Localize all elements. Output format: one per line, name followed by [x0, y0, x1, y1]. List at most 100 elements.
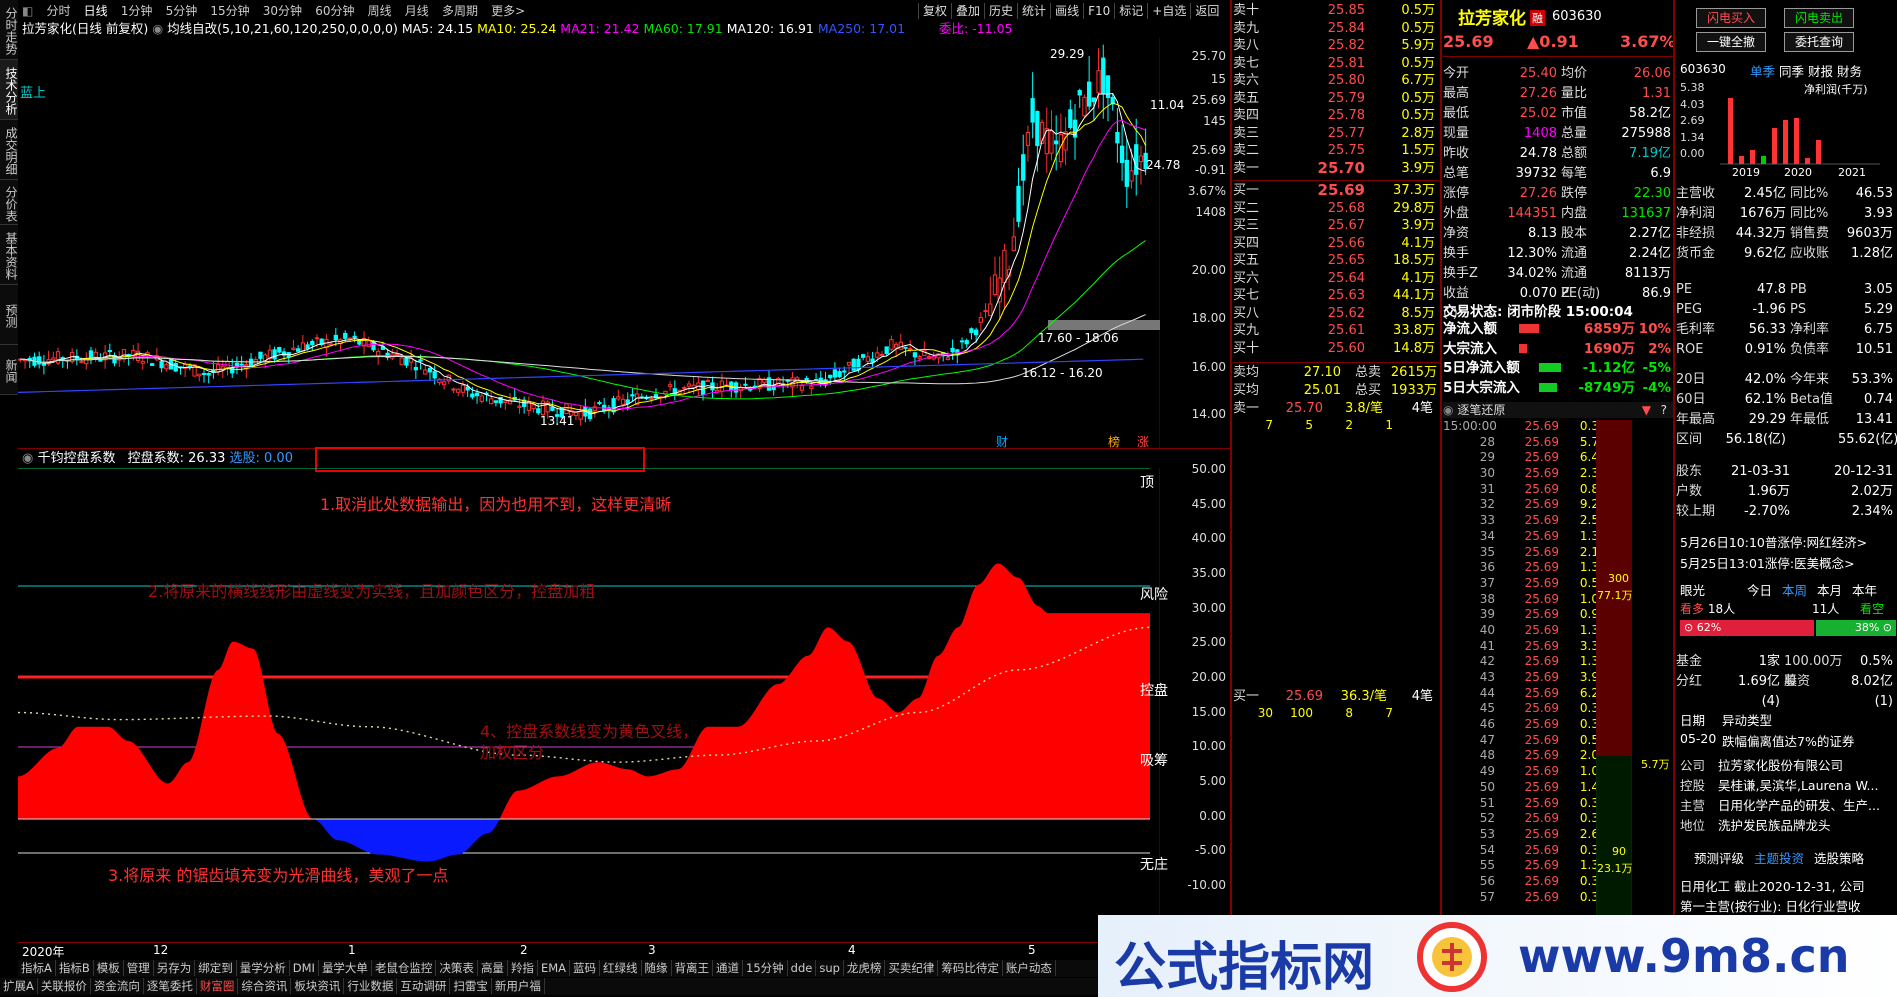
tick-list[interactable]: 15:00:0025.690.3万2825.695.7万2925.696.4万3…	[1443, 419, 1671, 905]
extension-tab[interactable]: 行业数据	[344, 978, 398, 994]
indicator-tab[interactable]: 15分钟	[743, 960, 788, 976]
indicator-tab[interactable]: 高量	[478, 960, 508, 976]
indicator-tab[interactable]: 背离王	[672, 960, 713, 976]
buy-order-row[interactable]: 买七 25.63 44.1万	[1233, 287, 1439, 305]
ma-settings-icon[interactable]: ◉	[152, 21, 163, 36]
extension-tab[interactable]: 扩展A	[0, 978, 38, 994]
sell-order-row[interactable]: 卖九 25.84 0.5万	[1233, 20, 1439, 38]
extension-tab[interactable]: 关联报价	[38, 978, 91, 994]
sell-order-row[interactable]: 卖五 25.79 0.5万	[1233, 90, 1439, 108]
period-more[interactable]: 更多>	[491, 4, 525, 18]
buy-order-row[interactable]: 买十 25.60 14.8万	[1233, 340, 1439, 358]
sell-order-row[interactable]: 卖六 25.80 6.7万	[1233, 72, 1439, 90]
period-weekly[interactable]: 周线	[368, 4, 392, 18]
sell-order-row[interactable]: 卖十 25.85 0.5万	[1233, 2, 1439, 20]
draw-button[interactable]: 画线	[1050, 3, 1083, 19]
indicator-tab[interactable]: 管理	[124, 960, 154, 976]
indicator-tab[interactable]: 蓝码	[570, 960, 600, 976]
buy-order-row[interactable]: 买八 25.62 8.5万	[1233, 305, 1439, 323]
candlestick-chart[interactable]	[18, 38, 1160, 448]
overlay-button[interactable]: 叠加	[951, 3, 984, 19]
sell-order-row[interactable]: 卖七 25.81 0.5万	[1233, 55, 1439, 73]
menu-icon[interactable]: ◧	[22, 4, 33, 18]
extension-tab[interactable]: 财富圈	[197, 978, 239, 994]
tab-quarter[interactable]: 单季	[1750, 64, 1775, 79]
tab-detail[interactable]: 成交明细	[0, 120, 18, 180]
buy-order-row[interactable]: 买一 25.69 37.3万	[1233, 181, 1439, 200]
tab-basic-info[interactable]: 基本资料	[0, 225, 18, 285]
news-item-1[interactable]: 5月26日10:10普涨停:网红经济>	[1680, 532, 1867, 551]
period-60m[interactable]: 60分钟	[315, 4, 354, 18]
sell-order-row[interactable]: 卖三 25.77 2.8万	[1233, 125, 1439, 143]
quick-sell-button[interactable]: 闪电卖出	[1784, 8, 1854, 28]
buy-order-row[interactable]: 买九 25.61 33.8万	[1233, 322, 1439, 340]
tab-timeshare[interactable]: 分时走势	[0, 0, 18, 60]
buy-order-row[interactable]: 买二 25.68 29.8万	[1233, 200, 1439, 218]
indicator-tab[interactable]: EMA	[538, 960, 570, 976]
extension-tab[interactable]: 资金流向	[91, 978, 144, 994]
sentiment-year[interactable]: 本年	[1852, 583, 1877, 598]
indicator-tab[interactable]: 决策表	[436, 960, 478, 976]
indicator-tab[interactable]: 老鼠仓监控	[372, 960, 437, 976]
extension-tab[interactable]: 扫雷宝	[450, 978, 492, 994]
extension-tab[interactable]: 互动调研	[397, 978, 451, 994]
indicator-tab[interactable]: 羚指	[508, 960, 538, 976]
period-multi[interactable]: 多周期	[442, 4, 478, 18]
indicator-tab[interactable]: sup	[816, 960, 844, 976]
indicator-tab[interactable]: 另存为	[154, 960, 196, 976]
indicator-tab[interactable]: 绑定到	[195, 960, 237, 976]
extension-tab[interactable]: 新用户福	[492, 978, 545, 994]
buy-order-row[interactable]: 买三 25.67 3.9万	[1233, 217, 1439, 235]
extension-tab[interactable]: 逐笔委托	[144, 978, 197, 994]
indicator-tab[interactable]: 筹码比待定	[938, 960, 1003, 976]
sell-order-row[interactable]: 卖八 25.82 5.9万	[1233, 37, 1439, 55]
tab-price-table[interactable]: 分价表	[0, 180, 18, 225]
indicator-tab[interactable]: DMI	[290, 960, 319, 976]
period-monthly[interactable]: 月线	[405, 4, 429, 18]
indicator-tab[interactable]: 通道	[713, 960, 743, 976]
tab-finance[interactable]: 財务	[1837, 64, 1862, 79]
sentiment-today[interactable]: 今日	[1747, 583, 1772, 598]
tab-technical[interactable]: 技术分析	[0, 60, 18, 120]
order-query-button[interactable]: 委托查询	[1784, 32, 1854, 52]
cancel-all-button[interactable]: 一键全撤	[1696, 32, 1766, 52]
indicator-tab[interactable]: 随缘	[642, 960, 672, 976]
indicator-tab[interactable]: 买卖纪律	[885, 960, 939, 976]
indicator-tab[interactable]: 龙虎榜	[844, 960, 886, 976]
indicator-tab[interactable]: dde	[788, 960, 817, 976]
period-timeshare[interactable]: 分时	[46, 4, 70, 18]
period-5m[interactable]: 5分钟	[166, 4, 198, 18]
indicator-tab[interactable]: 指标A	[18, 960, 56, 976]
stats-button[interactable]: 统计	[1017, 3, 1050, 19]
extension-tab[interactable]: 综合资讯	[238, 978, 292, 994]
f10-button[interactable]: F10	[1083, 3, 1114, 19]
indicator-tab[interactable]: 红绿线	[600, 960, 642, 976]
fuquan-button[interactable]: 复权	[918, 3, 951, 19]
tab-strategy[interactable]: 选股策略	[1814, 851, 1864, 866]
indicator-tab[interactable]: 账户动态	[1003, 960, 1056, 976]
indicator-tab[interactable]: 量学大单	[319, 960, 372, 976]
buy-order-row[interactable]: 买六 25.64 4.1万	[1233, 270, 1439, 288]
mark-button[interactable]: 标记	[1114, 3, 1147, 19]
period-15m[interactable]: 15分钟	[210, 4, 249, 18]
tab-news[interactable]: 新闻	[0, 345, 18, 395]
history-button[interactable]: 历史	[984, 3, 1017, 19]
sentiment-month[interactable]: 本月	[1817, 583, 1842, 598]
tab-forecast[interactable]: 预测	[0, 285, 18, 345]
ticks-help-icon[interactable]: ?	[1661, 402, 1667, 418]
sell-order-row[interactable]: 卖四 25.78 0.5万	[1233, 107, 1439, 125]
indicator-tab[interactable]: 量学分析	[237, 960, 290, 976]
sell-order-row[interactable]: 卖一 25.70 3.9万	[1233, 159, 1439, 178]
add-watchlist-button[interactable]: +自选	[1147, 3, 1190, 19]
news-item-2[interactable]: 5月25日13:01涨停:医美概念>	[1680, 553, 1855, 572]
quick-buy-button[interactable]: 闪电买入	[1696, 8, 1766, 28]
tab-same-quarter[interactable]: 同季	[1779, 64, 1804, 79]
tab-theme[interactable]: 主题投资	[1754, 851, 1804, 866]
buy-order-row[interactable]: 买四 25.66 4.1万	[1233, 235, 1439, 253]
buy-order-row[interactable]: 买五 25.65 18.5万	[1233, 252, 1439, 270]
sentiment-week[interactable]: 本周	[1782, 583, 1807, 598]
indicator-settings-icon[interactable]: ◉	[22, 451, 33, 466]
tab-report[interactable]: 财报	[1808, 64, 1833, 79]
back-button[interactable]: 返回	[1190, 3, 1223, 19]
ticks-filter-icon[interactable]: ▼	[1642, 402, 1651, 418]
